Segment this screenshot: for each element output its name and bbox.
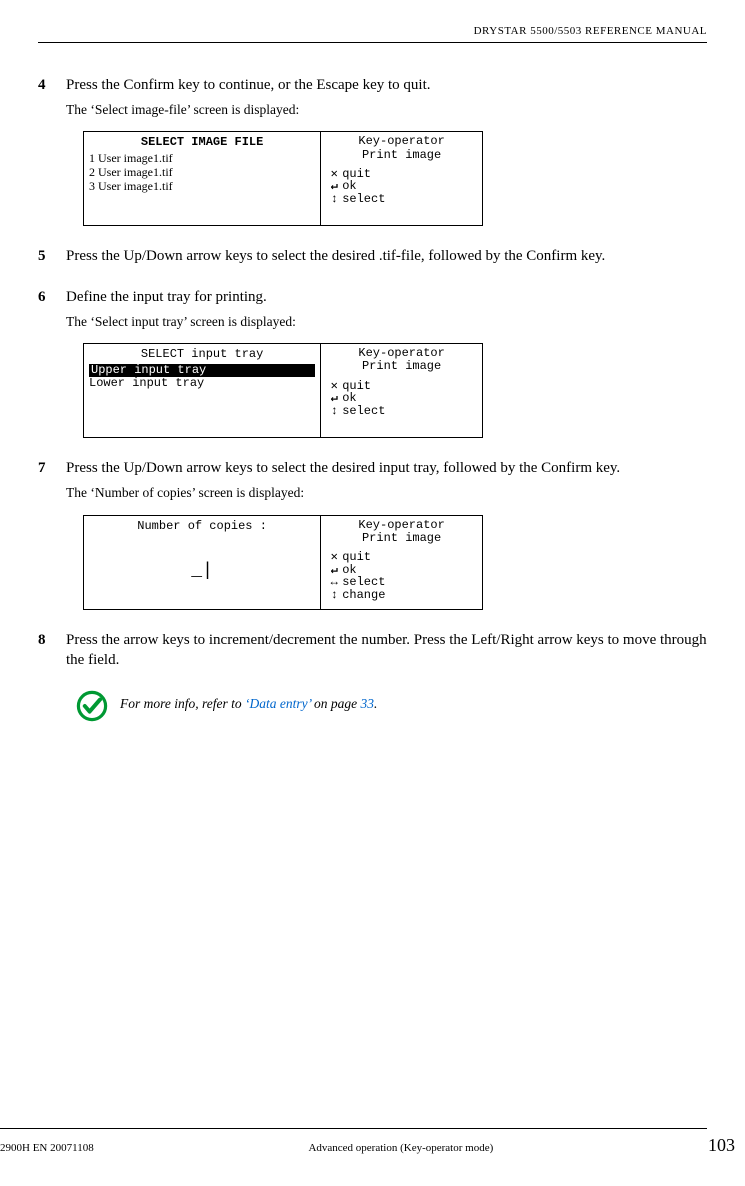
screen-left-panel: SELECT IMAGE FILE 1 User image1.tif 2 Us… <box>84 132 321 225</box>
action-select: ↔select <box>326 576 477 589</box>
screen-actions: ✕quit ↵ok ↕select <box>326 168 477 206</box>
step-6: 6 Define the input tray for printing. Th… <box>38 287 707 438</box>
action-label: ok <box>342 392 356 405</box>
updown-icon: ↕ <box>326 405 342 418</box>
action-label: select <box>342 576 385 589</box>
mode-line2: Print image <box>326 360 477 373</box>
check-icon <box>76 690 108 722</box>
action-label: select <box>342 405 385 418</box>
step-8: 8 Press the arrow keys to increment/decr… <box>38 630 707 671</box>
tray-item: Lower input tray <box>89 377 315 390</box>
step-text: Press the Up/Down arrow keys to select t… <box>66 458 620 478</box>
screen-left-panel: SELECT input tray Upper input tray Lower… <box>84 344 321 437</box>
screen-mode-title: Key-operator Print image <box>326 519 477 545</box>
updown-icon: ↕ <box>326 589 342 602</box>
note-suffix: . <box>374 696 377 711</box>
action-label: select <box>342 193 385 206</box>
note-text: For more info, refer to ‘Data entry’ on … <box>120 690 377 712</box>
action-select: ↕select <box>326 193 477 206</box>
step-text: Press the Confirm key to continue, or th… <box>66 75 431 95</box>
step-subtext: The ‘Select input tray’ screen is displa… <box>66 313 707 331</box>
page-footer: 2900H EN 20071108 Advanced operation (Ke… <box>0 1128 745 1156</box>
page-number: 103 <box>708 1135 735 1156</box>
step-text: Press the arrow keys to increment/decrem… <box>66 630 707 671</box>
step-number: 7 <box>38 460 66 477</box>
copies-cursor: _| <box>89 536 315 606</box>
footer-rule <box>0 1128 707 1129</box>
leftright-icon: ↔ <box>326 576 342 589</box>
screen-actions: ✕quit ↵ok ↕select <box>326 380 477 418</box>
action-label: change <box>342 589 385 602</box>
header-manual-title: DRYSTAR 5500/5503 REFERENCE MANUAL <box>474 25 707 37</box>
file-item: 3 User image1.tif <box>89 180 315 194</box>
action-select: ↕select <box>326 405 477 418</box>
footer-section: Advanced operation (Key-operator mode) <box>308 1142 493 1154</box>
step-5: 5 Press the Up/Down arrow keys to select… <box>38 246 707 266</box>
action-change: ↕change <box>326 589 477 602</box>
screen-file-list: 1 User image1.tif 2 User image1.tif 3 Us… <box>89 152 315 193</box>
step-number: 4 <box>38 77 66 94</box>
screen-number-of-copies: Number of copies : _| Key-operator Print… <box>83 515 483 610</box>
screen-left-panel: Number of copies : _| <box>84 516 321 609</box>
screen-right-panel: Key-operator Print image ✕quit ↵ok ↔sele… <box>321 516 482 609</box>
action-quit: ✕quit <box>326 551 477 564</box>
file-item: 2 User image1.tif <box>89 166 315 180</box>
footer-doc-id: 2900H EN 20071108 <box>0 1142 94 1154</box>
enter-icon: ↵ <box>326 392 342 405</box>
mode-line1: Key-operator <box>326 519 477 532</box>
mode-line1: Key-operator <box>326 135 477 148</box>
note-mid: on page <box>311 696 361 711</box>
note-link[interactable]: ‘Data entry’ <box>245 696 311 711</box>
step-text: Define the input tray for printing. <box>66 287 267 307</box>
step-subtext: The ‘Number of copies’ screen is display… <box>66 484 707 502</box>
screen-select-image-file: SELECT IMAGE FILE 1 User image1.tif 2 Us… <box>83 131 483 226</box>
step-text: Press the Up/Down arrow keys to select t… <box>66 246 605 266</box>
step-4: 4 Press the Confirm key to continue, or … <box>38 75 707 226</box>
screen-mode-title: Key-operator Print image <box>326 135 477 161</box>
action-ok: ↵ok <box>326 392 477 405</box>
step-number: 6 <box>38 289 66 306</box>
screen-right-panel: Key-operator Print image ✕quit ↵ok ↕sele… <box>321 132 482 225</box>
step-number: 5 <box>38 248 66 265</box>
screen-title: Number of copies : <box>89 519 315 533</box>
note-prefix: For more info, refer to <box>120 696 245 711</box>
tray-list: Upper input tray Lower input tray <box>89 364 315 390</box>
screen-select-input-tray: SELECT input tray Upper input tray Lower… <box>83 343 483 438</box>
updown-icon: ↕ <box>326 193 342 206</box>
screen-mode-title: Key-operator Print image <box>326 347 477 373</box>
file-item: 1 User image1.tif <box>89 152 315 166</box>
mode-line2: Print image <box>326 149 477 162</box>
page-content: 4 Press the Confirm key to continue, or … <box>38 75 707 722</box>
x-icon: ✕ <box>326 551 342 564</box>
step-7: 7 Press the Up/Down arrow keys to select… <box>38 458 707 609</box>
header-rule <box>38 42 707 43</box>
step-number: 8 <box>38 632 66 649</box>
screen-title: SELECT input tray <box>89 347 315 361</box>
note-page-ref[interactable]: 33 <box>360 696 374 711</box>
screen-title: SELECT IMAGE FILE <box>89 135 315 149</box>
mode-line2: Print image <box>326 532 477 545</box>
info-note: For more info, refer to ‘Data entry’ on … <box>76 690 707 722</box>
step-subtext: The ‘Select image-file’ screen is displa… <box>66 101 707 119</box>
screen-actions: ✕quit ↵ok ↔select ↕change <box>326 551 477 601</box>
action-label: quit <box>342 551 371 564</box>
screen-right-panel: Key-operator Print image ✕quit ↵ok ↕sele… <box>321 344 482 437</box>
